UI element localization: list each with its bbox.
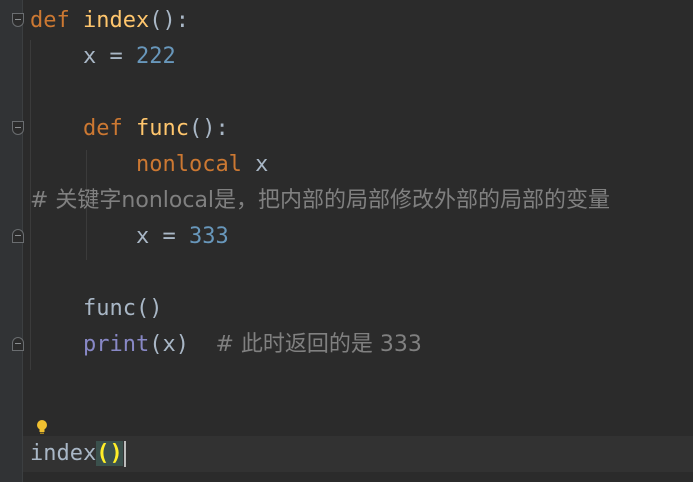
number-literal: 222 — [135, 44, 176, 69]
code-editor[interactable]: def index(): x = 222 def func(): nonloca… — [0, 0, 693, 482]
fold-close-icon[interactable] — [12, 337, 24, 351]
code-line[interactable]: def func(): — [30, 111, 229, 147]
punctuation: (): — [188, 116, 229, 141]
code-line-current[interactable]: index() — [30, 436, 126, 472]
number-literal: 333 — [188, 224, 229, 249]
punctuation: (): — [149, 8, 189, 33]
code-line[interactable]: func() — [30, 291, 162, 327]
assignment: x = — [82, 44, 136, 69]
code-line[interactable]: def index(): — [30, 3, 189, 39]
function-name: index — [83, 8, 150, 33]
code-line[interactable]: x = 333 — [30, 219, 229, 255]
arguments: (x) — [149, 332, 189, 357]
matched-paren-open: ( — [96, 441, 110, 466]
comment: # 关键字nonlocal是，把内部的局部修改外部的局部的变量 — [30, 188, 611, 213]
code-line[interactable]: # 关键字nonlocal是，把内部的局部修改外部的局部的变量 — [30, 183, 610, 219]
intention-bulb-icon[interactable] — [36, 419, 48, 435]
comment: # 此时返回的是 333 — [215, 332, 422, 357]
function-call: func() — [82, 296, 163, 321]
fold-open-icon[interactable] — [12, 121, 24, 135]
matched-paren-close: ) — [109, 441, 123, 466]
keyword: def — [30, 8, 70, 33]
assignment: x = — [135, 224, 189, 249]
code-line[interactable]: x = 222 — [30, 39, 176, 75]
builtin-name: print — [82, 332, 150, 357]
keyword: def — [82, 116, 123, 141]
keyword: nonlocal — [135, 152, 242, 177]
code-line[interactable]: nonlocal x — [30, 147, 268, 183]
fold-close-icon[interactable] — [12, 229, 24, 243]
code-line[interactable]: print(x) # 此时返回的是 333 — [30, 327, 422, 363]
fold-open-icon[interactable] — [12, 13, 24, 27]
identifier: x — [241, 152, 269, 177]
text-caret — [123, 441, 126, 467]
function-call: index — [30, 441, 97, 466]
function-name: func — [135, 116, 189, 141]
